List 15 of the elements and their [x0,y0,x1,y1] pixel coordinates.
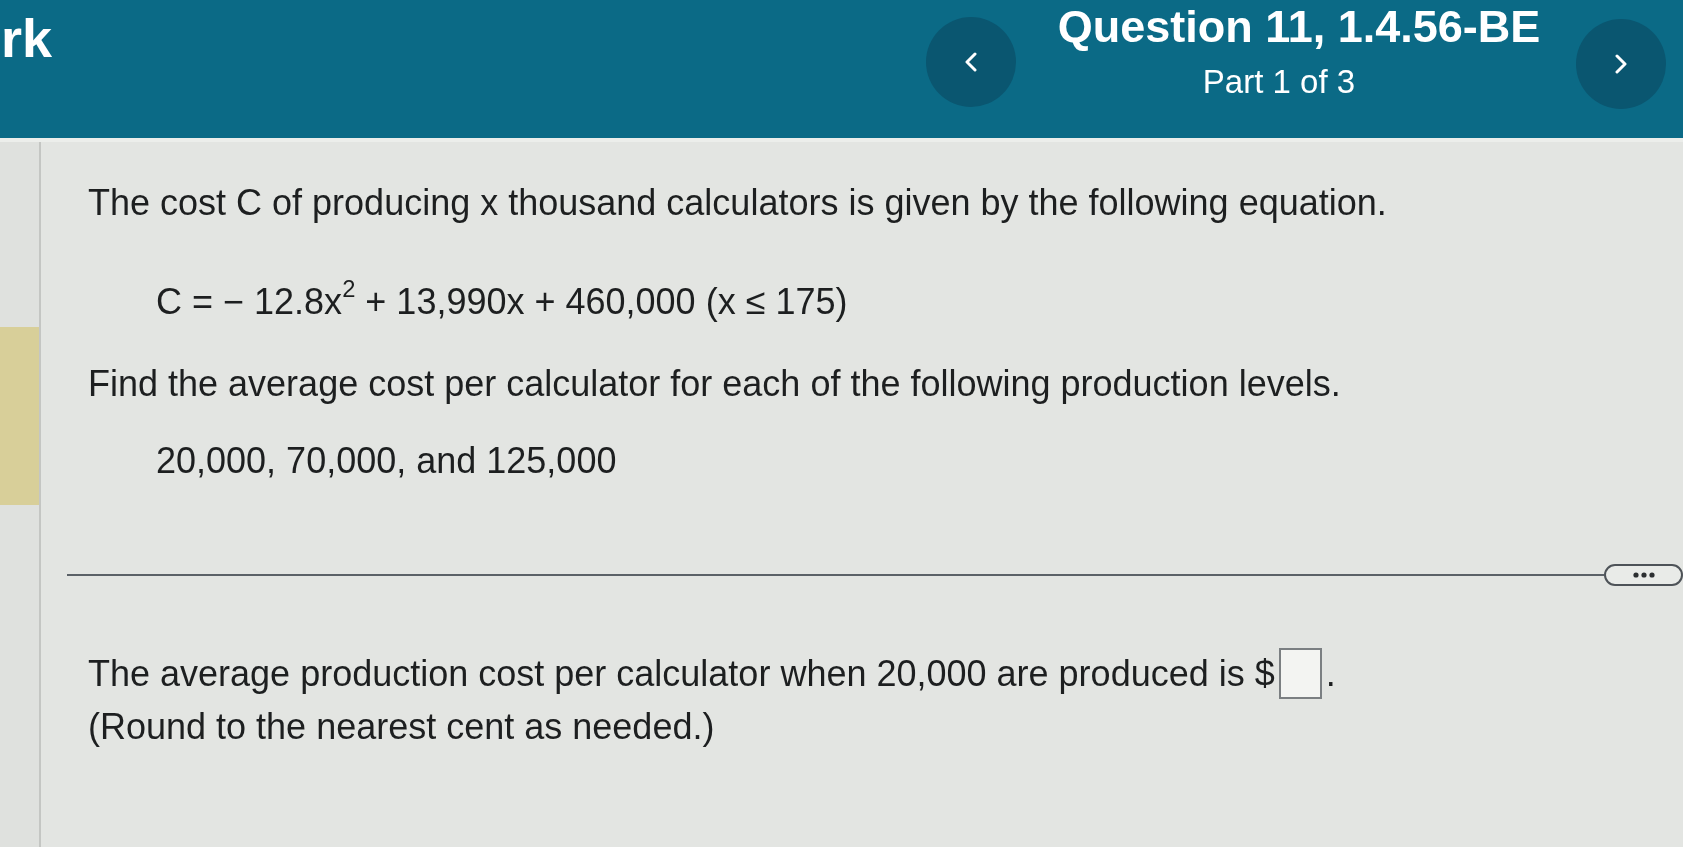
chevron-right-icon [1615,54,1627,74]
levels-text: 20,000, 70,000, and 125,000 [156,439,618,482]
question-text: The cost C of producing x thousand calculators is given by the following equation. [88,181,1388,224]
question-title: Question 11, 1.4.56-BE [1057,2,1541,52]
more-icon [1632,572,1655,578]
chevron-left-icon [965,52,977,72]
part-label: Part 1 of 3 [1202,62,1356,102]
hint-text: (Round to the nearest cent as needed.) [88,705,716,748]
prompt-text: Find the average cost per calculator for each of the following production levels. [88,362,1342,405]
equation-text: C = − 12.8x$^{2}$ + 13,990x + 460,000 (x ≤ 175) [156,280,849,323]
answer-box[interactable] [1278,648,1322,699]
period-text: . [1325,652,1336,695]
answer-text: The average production cost per calculator when 20,000 are produced is $ [88,652,1275,695]
section-title: rk [0,8,53,68]
more-button[interactable] [1604,564,1683,586]
